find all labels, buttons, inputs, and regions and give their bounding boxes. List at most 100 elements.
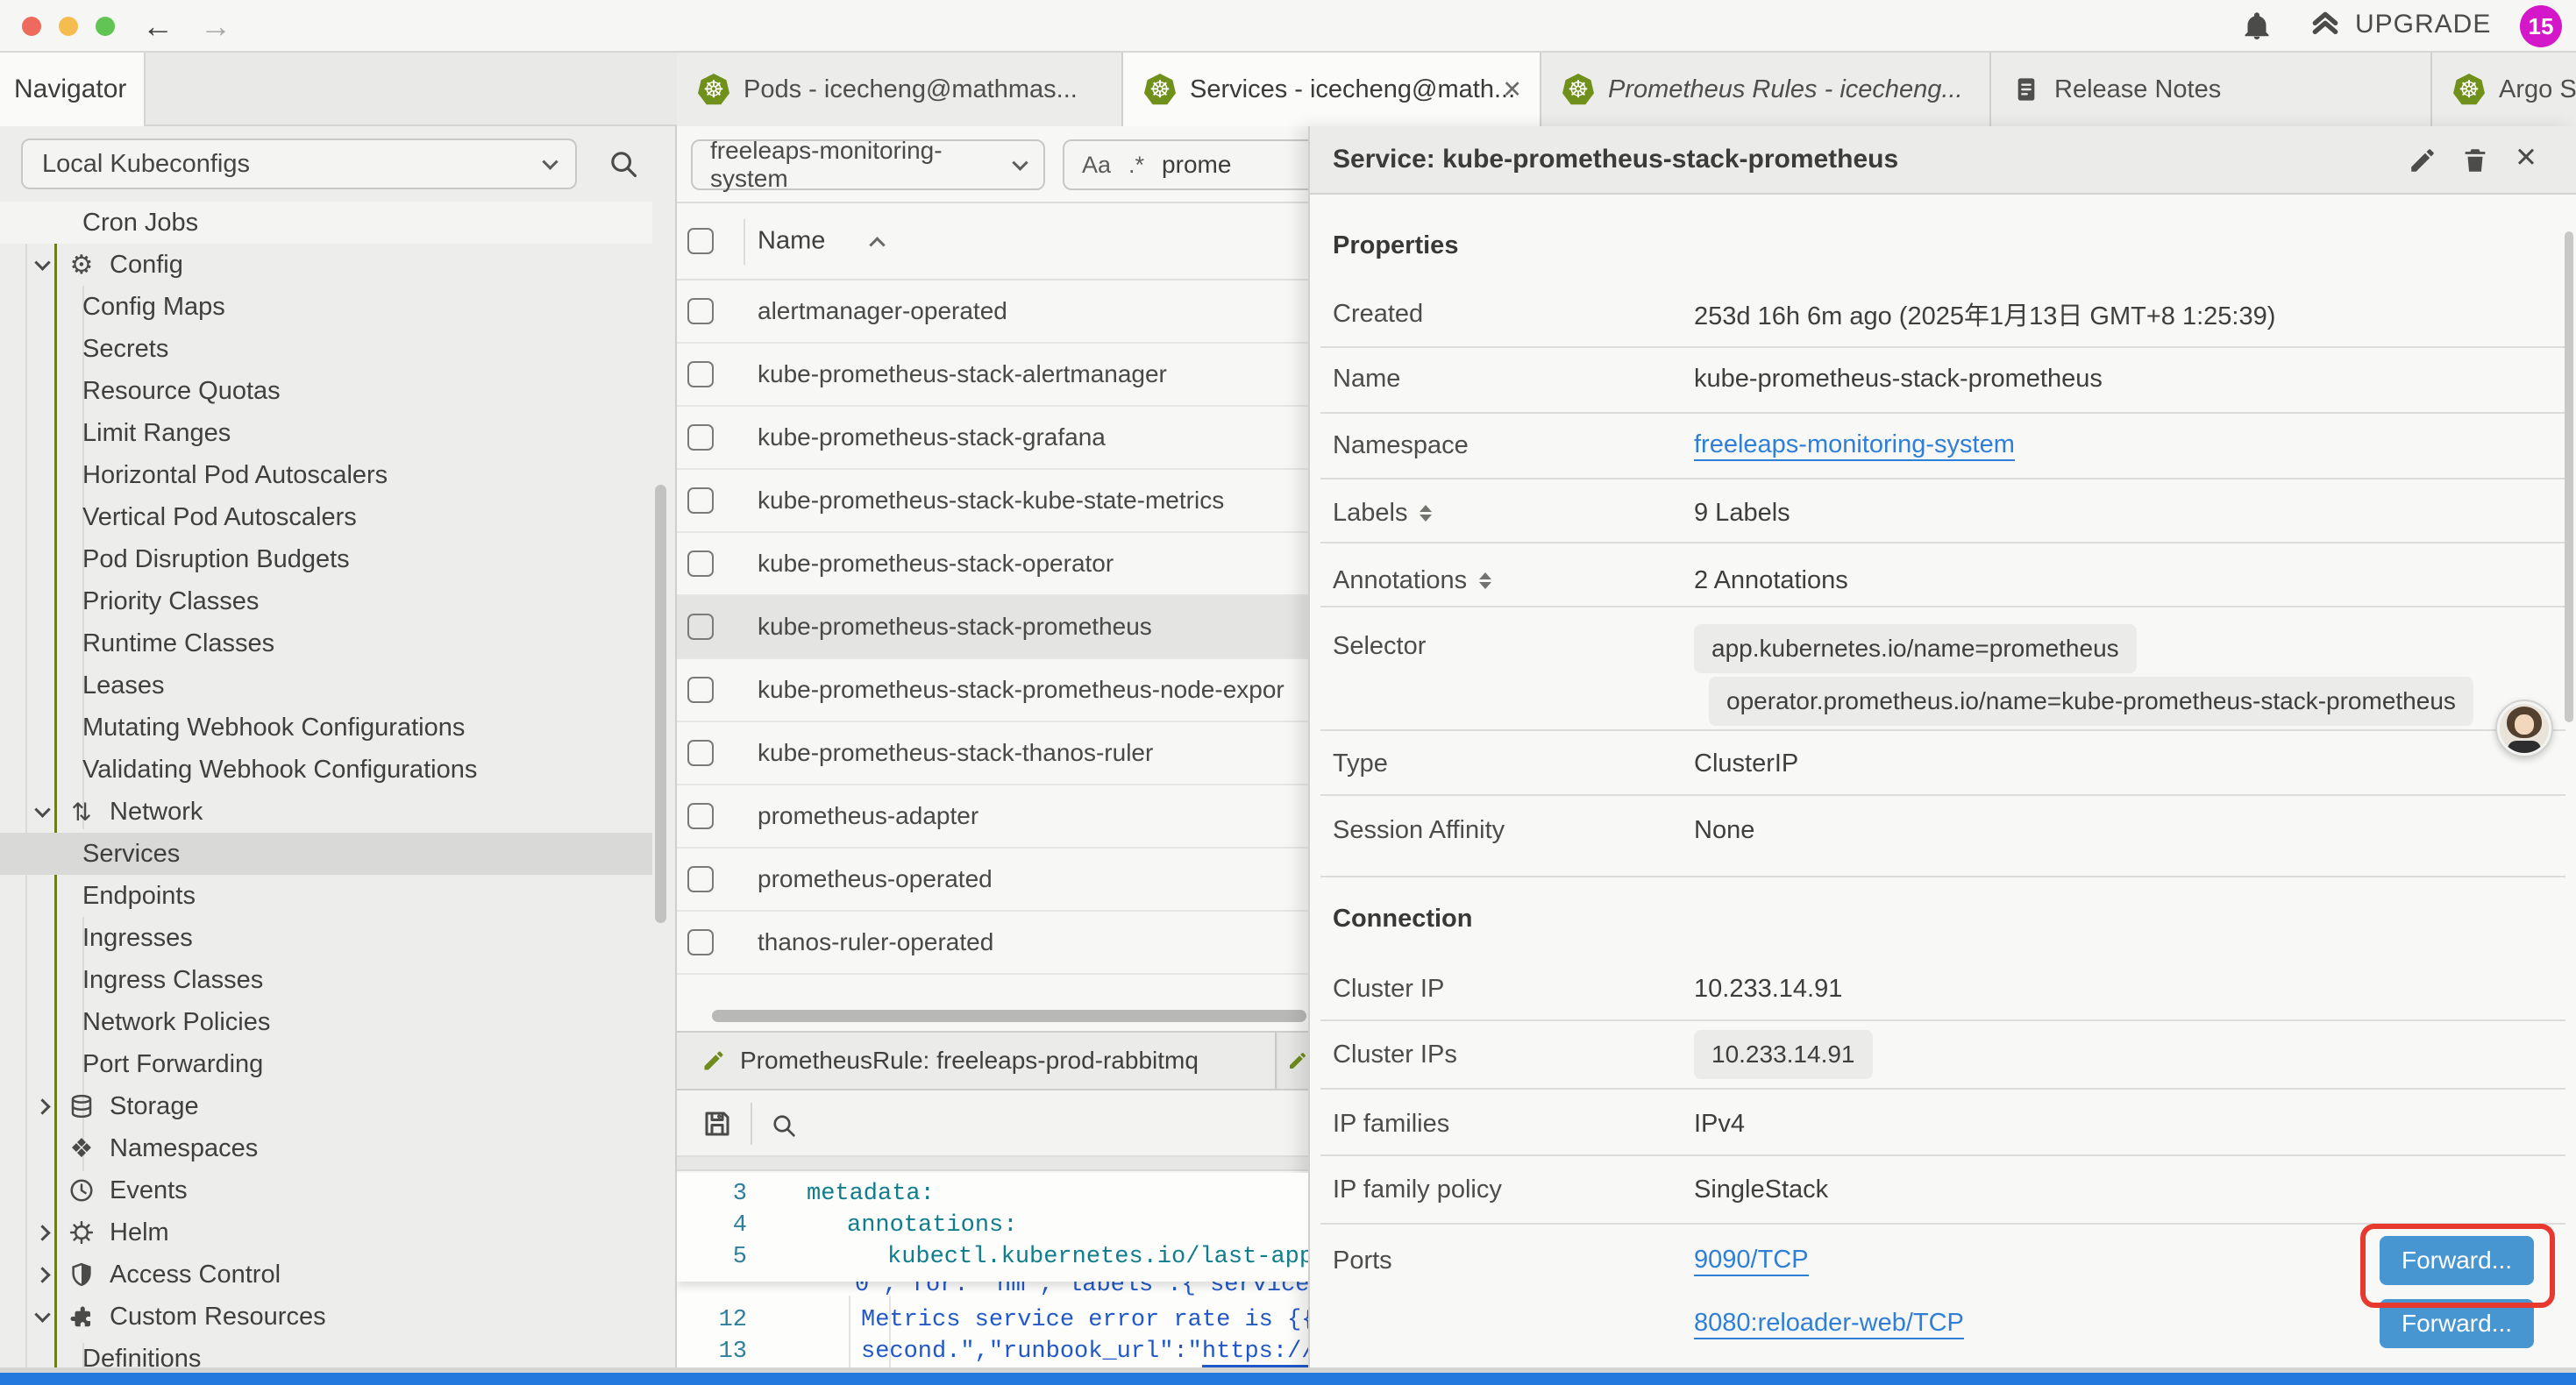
row-checkbox[interactable] bbox=[687, 740, 714, 766]
expand-collapse-icon[interactable] bbox=[1479, 572, 1491, 589]
row-checkbox[interactable] bbox=[687, 866, 714, 892]
table-row[interactable]: prometheus-adapter bbox=[677, 785, 1308, 849]
shield-icon bbox=[66, 1259, 97, 1290]
sidebar-item-cron-jobs[interactable]: Cron Jobs bbox=[0, 202, 652, 244]
sidebar-item-namespaces[interactable]: ❖ Namespaces bbox=[0, 1127, 652, 1169]
detail-scrollbar[interactable] bbox=[2565, 231, 2573, 722]
forward-arrow-icon[interactable]: → bbox=[200, 4, 231, 49]
select-all-checkbox[interactable] bbox=[687, 228, 714, 254]
upgrade-button[interactable]: UPGRADE bbox=[2308, 7, 2491, 42]
delete-trash-icon[interactable] bbox=[2460, 146, 2490, 175]
search-input[interactable] bbox=[1162, 151, 1293, 179]
table-row[interactable]: alertmanager-operated bbox=[677, 281, 1308, 344]
regex-toggle[interactable]: .* bbox=[1128, 152, 1144, 179]
tab-navigator[interactable]: Navigator bbox=[0, 53, 146, 126]
tab-pods[interactable]: ☸ Pods - icecheng@mathmas... bbox=[677, 53, 1123, 126]
row-checkbox[interactable] bbox=[687, 487, 714, 514]
edit-pencil-icon[interactable] bbox=[2408, 146, 2437, 175]
sort-ascending-icon[interactable] bbox=[869, 237, 885, 252]
sidebar-group-config[interactable]: ⚙ Config bbox=[0, 244, 652, 286]
labels-count[interactable]: 9 Labels bbox=[1694, 497, 1790, 529]
row-checkbox[interactable] bbox=[687, 424, 714, 451]
table-row[interactable]: thanos-ruler-operated bbox=[677, 912, 1308, 975]
editor-tab-prometheusrule[interactable]: PrometheusRule: freeleaps-prod-rabbitmq bbox=[677, 1033, 1277, 1089]
close-window-button[interactable] bbox=[22, 17, 41, 36]
sidebar-group-access-control[interactable]: Access Control bbox=[0, 1254, 652, 1296]
search-icon[interactable] bbox=[607, 147, 640, 181]
row-checkbox[interactable] bbox=[687, 677, 714, 703]
row-checkbox[interactable] bbox=[687, 298, 714, 324]
namespace-filter-dropdown[interactable]: freeleaps-monitoring-system bbox=[691, 139, 1045, 190]
sidebar-scrollbar[interactable] bbox=[655, 485, 666, 923]
back-arrow-icon[interactable]: ← bbox=[142, 4, 174, 49]
tab-prometheus-rules[interactable]: ☸ Prometheus Rules - icecheng... bbox=[1541, 53, 1991, 126]
table-row[interactable]: kube-prometheus-stack-operator bbox=[677, 533, 1308, 596]
sidebar-item-network-policies[interactable]: Network Policies bbox=[0, 1001, 652, 1043]
editor-tab-next[interactable] bbox=[1278, 1033, 1308, 1089]
table-row-selected[interactable]: kube-prometheus-stack-prometheus bbox=[677, 596, 1308, 659]
sidebar-item-ingress-classes[interactable]: Ingress Classes bbox=[0, 959, 652, 1001]
notifications-bell-icon[interactable] bbox=[2241, 11, 2273, 42]
sidebar-item-events[interactable]: Events bbox=[0, 1169, 652, 1211]
port-link[interactable]: 8080:reloader-web/TCP bbox=[1694, 1308, 1964, 1339]
sidebar-item-endpoints[interactable]: Endpoints bbox=[0, 875, 652, 917]
minimize-window-button[interactable] bbox=[59, 17, 78, 36]
kubeconfig-selector[interactable]: Local Kubeconfigs bbox=[21, 138, 577, 189]
editor-search-icon[interactable] bbox=[770, 1112, 798, 1140]
sidebar-item-priority-classes[interactable]: Priority Classes bbox=[0, 580, 652, 622]
sidebar-item-config-maps[interactable]: Config Maps bbox=[0, 286, 652, 328]
maximize-window-button[interactable] bbox=[96, 17, 115, 36]
created-value: 253d 16h 6m ago (2025年1月13日 GMT+8 1:25:3… bbox=[1694, 298, 2275, 330]
tab-services[interactable]: ☸ Services - icecheng@math... ✕ bbox=[1123, 53, 1541, 126]
port-link[interactable]: 9090/TCP bbox=[1694, 1245, 1809, 1276]
ip-families-label: IP families bbox=[1333, 1108, 1449, 1140]
match-case-toggle[interactable]: Aa bbox=[1082, 152, 1111, 179]
table-row[interactable]: kube-prometheus-stack-grafana bbox=[677, 407, 1308, 470]
expand-collapse-icon[interactable] bbox=[1420, 505, 1432, 522]
table-row[interactable]: kube-prometheus-stack-prometheus-node-ex… bbox=[677, 659, 1308, 722]
yaml-editor[interactable]: 0", for: "hm", labels :{ service : 3meta… bbox=[677, 1173, 1308, 1385]
edit-pencil-icon bbox=[1287, 1048, 1308, 1073]
sidebar-item-horizontal-pod-autoscalers[interactable]: Horizontal Pod Autoscalers bbox=[0, 454, 652, 496]
row-checkbox[interactable] bbox=[687, 614, 714, 640]
sidebar-item-limit-ranges[interactable]: Limit Ranges bbox=[0, 412, 652, 454]
table-row[interactable]: kube-prometheus-stack-kube-state-metrics bbox=[677, 470, 1308, 533]
sidebar-item-ingresses[interactable]: Ingresses bbox=[0, 917, 652, 959]
table-row[interactable]: kube-prometheus-stack-alertmanager bbox=[677, 344, 1308, 407]
save-icon[interactable] bbox=[701, 1108, 733, 1140]
sidebar-item-vertical-pod-autoscalers[interactable]: Vertical Pod Autoscalers bbox=[0, 496, 652, 538]
notification-count-badge[interactable]: 15 bbox=[2520, 5, 2562, 47]
row-checkbox[interactable] bbox=[687, 929, 714, 955]
close-icon[interactable]: ✕ bbox=[2515, 142, 2537, 174]
sidebar-item-runtime-classes[interactable]: Runtime Classes bbox=[0, 622, 652, 664]
sidebar-item-services[interactable]: Services bbox=[0, 833, 652, 875]
annotations-count[interactable]: 2 Annotations bbox=[1694, 565, 1848, 596]
sidebar-item-leases[interactable]: Leases bbox=[0, 664, 652, 707]
sidebar-item-port-forwarding[interactable]: Port Forwarding bbox=[0, 1043, 652, 1085]
name-label: Name bbox=[1333, 363, 1400, 394]
sidebar-item-pod-disruption-budgets[interactable]: Pod Disruption Budgets bbox=[0, 538, 652, 580]
horizontal-scrollbar[interactable] bbox=[712, 1010, 1306, 1022]
sidebar-group-storage[interactable]: Storage bbox=[0, 1085, 652, 1127]
sidebar-item-validating-webhook-configurations[interactable]: Validating Webhook Configurations bbox=[0, 749, 652, 791]
sidebar-group-custom-resources[interactable]: Custom Resources bbox=[0, 1296, 652, 1338]
tab-argo[interactable]: ☸ Argo Se bbox=[2432, 53, 2576, 126]
row-checkbox[interactable] bbox=[687, 803, 714, 829]
avatar[interactable] bbox=[2495, 700, 2553, 757]
table-row[interactable]: prometheus-operated bbox=[677, 849, 1308, 912]
sidebar-item-secrets[interactable]: Secrets bbox=[0, 328, 652, 370]
status-bar-accent bbox=[0, 1373, 2576, 1385]
table-row[interactable]: kube-prometheus-stack-thanos-ruler bbox=[677, 722, 1308, 785]
namespace-link[interactable]: freeleaps-monitoring-system bbox=[1694, 430, 2015, 461]
row-checkbox[interactable] bbox=[687, 361, 714, 387]
sidebar-item-mutating-webhook-configurations[interactable]: Mutating Webhook Configurations bbox=[0, 707, 652, 749]
code-link[interactable]: https://net bbox=[1202, 1339, 1308, 1367]
sidebar-group-helm[interactable]: Helm bbox=[0, 1211, 652, 1254]
sidebar-group-network[interactable]: ⇅ Network bbox=[0, 791, 652, 833]
row-checkbox[interactable] bbox=[687, 550, 714, 577]
chevron-expanded-icon bbox=[34, 801, 50, 817]
name-column-header[interactable]: Name bbox=[758, 227, 825, 256]
sidebar-item-resource-quotas[interactable]: Resource Quotas bbox=[0, 370, 652, 412]
close-tab-icon[interactable]: ✕ bbox=[1502, 76, 1522, 103]
tab-release-notes[interactable]: Release Notes bbox=[1991, 53, 2432, 126]
